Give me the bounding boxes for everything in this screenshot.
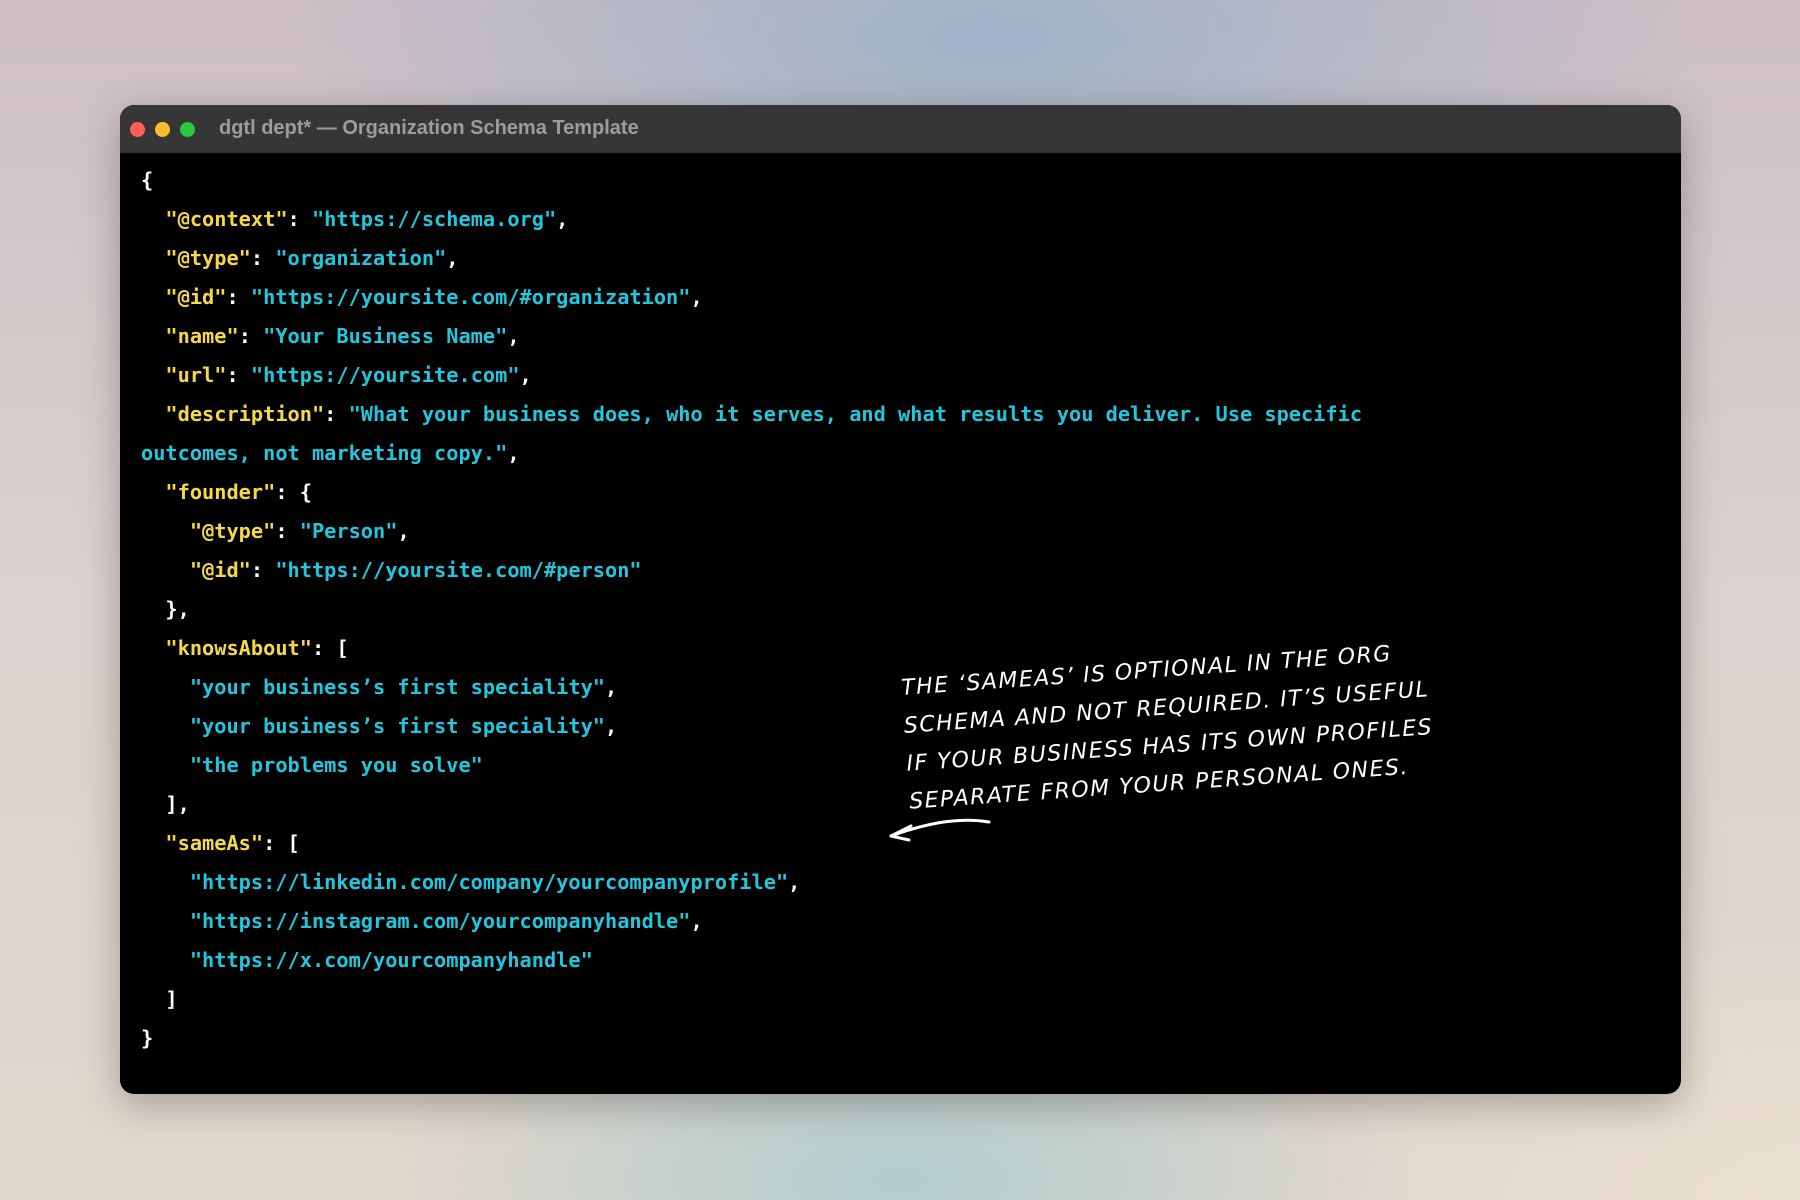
json-punctuation xyxy=(141,402,165,426)
code-line: "@type": "organization", xyxy=(141,239,1362,278)
json-punctuation: } xyxy=(141,1026,154,1050)
json-string: "the problems you solve" xyxy=(189,753,483,777)
json-punctuation xyxy=(141,714,190,738)
json-string: "https://x.com/yourcompanyhandle" xyxy=(189,948,593,972)
json-punctuation: ] xyxy=(141,987,178,1011)
json-punctuation: : [ xyxy=(263,831,300,855)
json-string: "your business’s first speciality" xyxy=(189,675,605,699)
json-string: "https://yoursite.com" xyxy=(250,363,520,387)
json-punctuation xyxy=(141,558,190,582)
json-punctuation xyxy=(141,519,190,543)
json-key: "founder" xyxy=(165,480,276,504)
json-punctuation xyxy=(141,831,165,855)
json-punctuation: : { xyxy=(275,480,312,504)
json-punctuation xyxy=(141,207,165,231)
json-key: "@id" xyxy=(165,285,227,309)
code-line: { xyxy=(141,161,1362,200)
code-line: } xyxy=(141,1019,1362,1058)
json-punctuation: : [ xyxy=(311,636,349,660)
close-button[interactable] xyxy=(130,122,145,137)
minimize-button[interactable] xyxy=(155,122,170,137)
window-title: dgtl dept* — Organization Schema Templat… xyxy=(219,117,639,139)
json-punctuation: : xyxy=(250,558,276,582)
json-key: "sameAs" xyxy=(165,831,264,855)
json-punctuation: : xyxy=(324,402,349,426)
json-punctuation: { xyxy=(141,168,154,192)
json-punctuation xyxy=(141,363,165,387)
json-punctuation: , xyxy=(446,246,459,270)
zoom-button[interactable] xyxy=(180,122,195,137)
json-string: "Person" xyxy=(299,519,398,543)
code-line: "sameAs": [ xyxy=(141,824,1362,863)
json-string: "https://yoursite.com/#person" xyxy=(275,558,642,582)
json-key: "name" xyxy=(165,324,239,348)
code-line: "url": "https://yoursite.com", xyxy=(141,356,1362,395)
json-string: "your business’s first speciality" xyxy=(189,714,605,738)
json-punctuation xyxy=(141,324,165,348)
code-editor[interactable]: { "@context": "https://schema.org", "@ty… xyxy=(141,161,1362,1058)
json-punctuation: , xyxy=(507,441,520,465)
json-punctuation: : xyxy=(226,285,251,309)
code-line: "https://linkedin.com/company/yourcompan… xyxy=(141,863,1362,902)
json-key: "description" xyxy=(165,402,325,426)
code-line: outcomes, not marketing copy.", xyxy=(141,434,1362,473)
json-key: "@type" xyxy=(189,519,276,543)
json-punctuation: : xyxy=(275,519,300,543)
json-string: "Your Business Name" xyxy=(263,324,508,348)
json-string: outcomes, not marketing copy." xyxy=(141,441,508,465)
code-line: "description": "What your business does,… xyxy=(141,395,1362,434)
json-string: "What your business does, who it serves,… xyxy=(348,402,1363,426)
code-line: "@context": "https://schema.org", xyxy=(141,200,1362,239)
json-punctuation: , xyxy=(519,363,532,387)
json-string: "https://yoursite.com/#organization" xyxy=(250,285,691,309)
code-line: ] xyxy=(141,980,1362,1019)
json-punctuation: : xyxy=(226,363,251,387)
json-punctuation: , xyxy=(690,909,703,933)
json-punctuation: , xyxy=(605,714,618,738)
json-punctuation: , xyxy=(507,324,520,348)
code-line: "@id": "https://yoursite.com/#person" xyxy=(141,551,1362,590)
json-key: "url" xyxy=(165,363,227,387)
json-punctuation: : xyxy=(238,324,264,348)
code-line: "https://instagram.com/yourcompanyhandle… xyxy=(141,902,1362,941)
json-punctuation: : xyxy=(250,246,276,270)
json-key: "@context" xyxy=(165,207,288,231)
json-punctuation xyxy=(141,909,190,933)
code-line: "founder": { xyxy=(141,473,1362,512)
code-line: "@type": "Person", xyxy=(141,512,1362,551)
json-key: "@type" xyxy=(165,246,251,270)
json-punctuation: , xyxy=(605,675,618,699)
json-punctuation xyxy=(141,246,165,270)
json-punctuation: , xyxy=(556,207,569,231)
code-line: }, xyxy=(141,590,1362,629)
code-window: dgtl dept* — Organization Schema Templat… xyxy=(120,105,1681,1094)
json-punctuation xyxy=(141,870,190,894)
json-string: "organization" xyxy=(275,246,447,270)
json-punctuation: ], xyxy=(141,792,190,816)
code-line: "name": "Your Business Name", xyxy=(141,317,1362,356)
json-punctuation xyxy=(141,948,190,972)
json-string: "https://linkedin.com/company/yourcompan… xyxy=(189,870,789,894)
json-punctuation xyxy=(141,285,165,309)
json-key: "@id" xyxy=(189,558,251,582)
json-punctuation: , xyxy=(690,285,703,309)
title-bar: dgtl dept* — Organization Schema Templat… xyxy=(120,105,1681,153)
json-punctuation xyxy=(141,675,190,699)
code-line: "@id": "https://yoursite.com/#organizati… xyxy=(141,278,1362,317)
json-string: "https://instagram.com/yourcompanyhandle… xyxy=(189,909,691,933)
json-punctuation: , xyxy=(397,519,410,543)
json-punctuation xyxy=(141,753,190,777)
code-line: "https://x.com/yourcompanyhandle" xyxy=(141,941,1362,980)
json-punctuation xyxy=(141,636,165,660)
json-punctuation: : xyxy=(287,207,312,231)
json-punctuation xyxy=(141,480,165,504)
json-punctuation: }, xyxy=(141,597,190,621)
json-string: "https://schema.org" xyxy=(311,207,557,231)
json-key: "knowsAbout" xyxy=(165,636,312,660)
json-punctuation: , xyxy=(788,870,801,894)
